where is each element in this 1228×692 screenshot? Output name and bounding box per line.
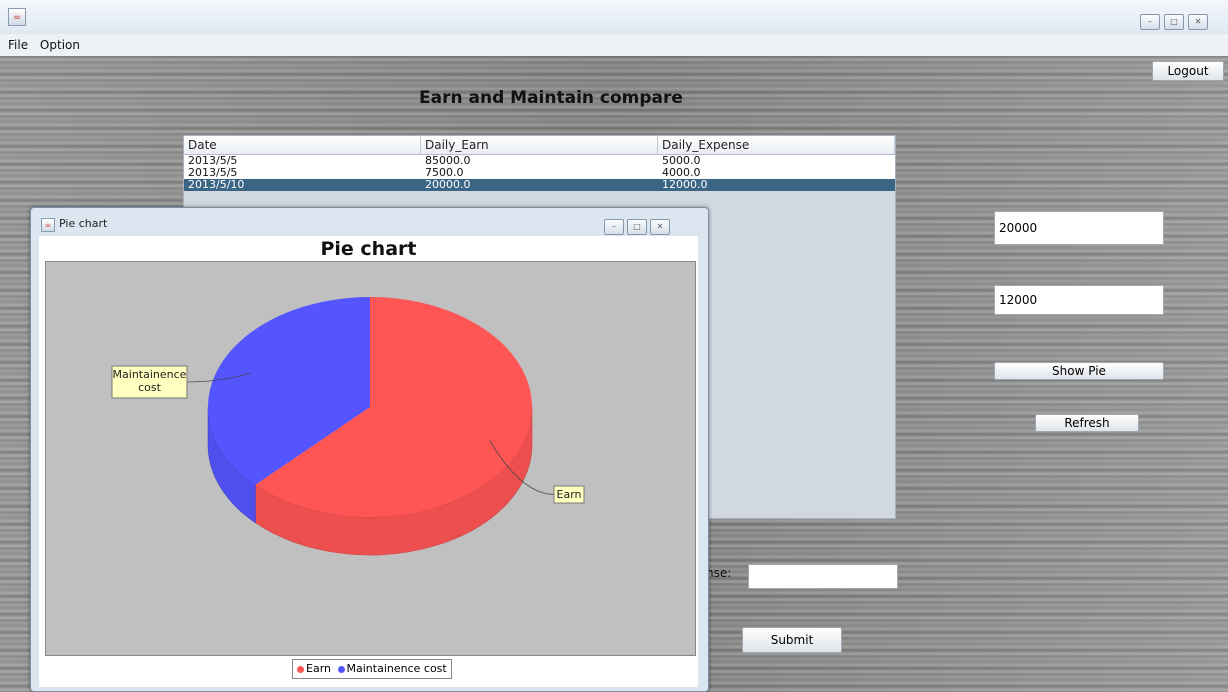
pie-chart-svg: Earn Maintainencecost xyxy=(111,297,585,556)
pie-window-title: Pie chart xyxy=(59,217,108,230)
table-row[interactable]: 2013/5/5 7500.0 4000.0 xyxy=(184,167,895,179)
menu-file[interactable]: File xyxy=(4,34,32,56)
window-titlebar: ☕ – □ ✕ xyxy=(0,0,1228,35)
refresh-button[interactable]: Refresh xyxy=(1035,414,1139,432)
column-header-daily-expense[interactable]: Daily_Expense xyxy=(658,136,895,154)
minimize-icon[interactable]: – xyxy=(604,219,624,235)
chart-title: Pie chart xyxy=(320,238,417,260)
earn-value-field[interactable]: 20000 xyxy=(994,211,1164,245)
maximize-icon[interactable]: □ xyxy=(627,219,647,235)
legend-maintainence-label: Maintainence cost xyxy=(346,662,447,675)
minimize-icon[interactable]: – xyxy=(1140,14,1160,30)
page-title: Earn and Maintain compare xyxy=(419,88,683,108)
legend-earn-swatch xyxy=(297,665,304,673)
pie-window-controls: – □ ✕ xyxy=(604,219,670,235)
pie-chart-window[interactable]: ☕ Pie chart – □ ✕ Pie chart Earn Maintain… xyxy=(30,207,709,692)
daily-expense-input[interactable] xyxy=(748,564,898,589)
cell-date: 2013/5/10 xyxy=(188,178,245,191)
java-app-icon: ☕ xyxy=(41,218,55,232)
cell-daily-expense: 12000.0 xyxy=(662,178,708,191)
table-header: Date Daily_Earn Daily_Expense xyxy=(184,136,895,155)
table-row-selected[interactable]: 2013/5/10 20000.0 12000.0 xyxy=(184,179,895,191)
show-pie-button[interactable]: Show Pie xyxy=(994,362,1164,380)
column-header-daily-earn[interactable]: Daily_Earn xyxy=(421,136,658,154)
close-icon[interactable]: ✕ xyxy=(1188,14,1208,30)
java-app-icon: ☕ xyxy=(8,8,26,26)
menubar: File Option xyxy=(0,34,1228,57)
cell-daily-earn: 20000.0 xyxy=(425,178,471,191)
submit-button[interactable]: Submit xyxy=(742,627,842,653)
pie-window-titlebar[interactable]: ☕ Pie chart – □ ✕ xyxy=(31,208,708,238)
legend-earn-label: Earn xyxy=(306,662,331,675)
table-row[interactable]: 2013/5/5 85000.0 5000.0 xyxy=(184,155,895,167)
menu-option[interactable]: Option xyxy=(36,34,84,56)
chart-panel: Pie chart Earn Maintainence cost Earn Main… xyxy=(39,236,698,687)
daily-expense-label: nse: xyxy=(706,566,732,580)
close-icon[interactable]: ✕ xyxy=(650,219,670,235)
window-controls: – □ ✕ xyxy=(1140,14,1208,30)
logout-button[interactable]: Logout xyxy=(1152,61,1224,81)
maximize-icon[interactable]: □ xyxy=(1164,14,1184,30)
chart-legend: Earn Maintainence cost xyxy=(292,659,452,679)
data-label-maintainence: cost xyxy=(138,381,162,394)
data-label-maintainence: Maintainence xyxy=(113,368,187,381)
legend-maintainence-swatch xyxy=(337,665,345,673)
column-header-date[interactable]: Date xyxy=(184,136,421,154)
expense-value-field[interactable]: 12000 xyxy=(994,285,1164,315)
chart-plot-area: Earn Maintainence cost xyxy=(45,261,696,656)
data-label-earn: Earn xyxy=(557,488,582,501)
